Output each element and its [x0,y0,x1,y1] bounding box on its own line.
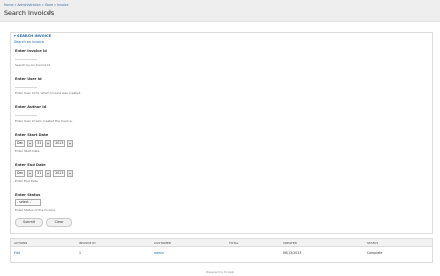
end-day-select[interactable]: 31 [35,169,44,177]
column-header[interactable]: CREATED [283,241,297,245]
column-header[interactable]: INVOICE ID [79,241,96,245]
author-id-input[interactable] [15,115,37,116]
invoice-id-label: Enter Invoice Id [15,49,47,53]
column-header[interactable]: CUSTOMER [154,241,171,245]
footer-text: Powered by Drupal [205,270,235,274]
start-day-select[interactable]: 31 [35,139,44,147]
chevron-down-icon[interactable] [45,169,52,177]
column-header[interactable]: STATUS [367,241,378,245]
author-id-description: Enter User Id who created the Invoice. [15,119,73,123]
invoice-id-input[interactable] [15,59,37,60]
end-date-selects: Dec 31 2013 [15,169,74,177]
author-id-label: Enter Author Id [15,105,47,109]
invoice-results-table: ACTIONS INVOICE ID CUSTOMER TOTAL CREATE… [10,238,433,263]
end-year-select[interactable]: 2013 [53,169,66,177]
start-date-label: Enter Start Date [15,133,49,137]
submit-button[interactable]: Submit [15,218,43,227]
search-invoice-fieldset: ▾ SEARCH INVOICE Search an invoice Enter… [10,32,433,234]
start-month-select[interactable]: Dec [15,139,26,147]
column-header[interactable]: TOTAL [229,241,239,245]
chevron-down-icon[interactable] [67,139,74,147]
end-month-select[interactable]: Dec [15,169,26,177]
status-select[interactable]: - select - [15,199,41,206]
plus-icon[interactable]: + [47,8,53,16]
top-bar: Home » Administration » Store » Invoice … [0,0,440,22]
chevron-down-icon[interactable] [45,139,52,147]
start-date-selects: Dec 31 2013 [15,139,74,147]
customer-link[interactable]: admin [154,251,164,255]
fieldset-subtitle: Search an invoice [14,40,45,44]
breadcrumb[interactable]: Home » Administration » Store » Invoice [4,3,69,7]
end-date-label: Enter End Date [15,163,46,167]
table-header: ACTIONS INVOICE ID CUSTOMER TOTAL CREATE… [11,239,432,247]
start-year-select[interactable]: 2013 [53,139,66,147]
chevron-down-icon[interactable] [27,169,34,177]
user-id-description: Enter User Id for which Invoice was crea… [15,91,82,95]
column-header[interactable]: ACTIONS [14,241,27,245]
user-id-label: Enter User Id [15,77,42,81]
user-id-input[interactable] [15,87,37,88]
fieldset-legend[interactable]: ▾ SEARCH INVOICE [14,34,51,38]
chevron-down-icon[interactable] [67,169,74,177]
chevron-down-icon[interactable] [27,139,34,147]
edit-link[interactable]: Edit [14,251,20,255]
status-cell: Complete [367,251,383,255]
status-label: Enter Status [15,193,41,197]
clear-button[interactable]: Clear [46,218,72,227]
invoice-id-cell: 1 [79,251,82,255]
start-date-description: Enter Start Date [15,149,40,153]
created-cell: 06/13/2013 [283,251,302,255]
invoice-id-description: Search by an Invoice Id [15,63,51,67]
end-date-description: Enter End Date [15,179,38,183]
status-description: Enter Status of the Invoice. [15,208,56,212]
